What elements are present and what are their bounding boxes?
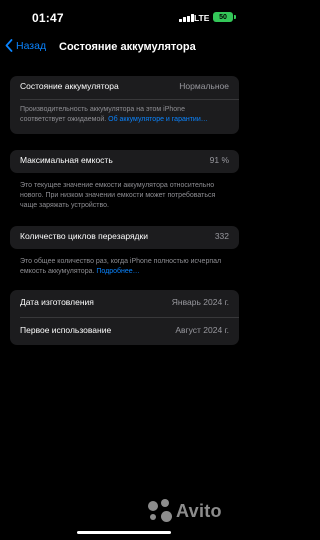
manufacture-date-row: Дата изготовления Январь 2024 г.	[10, 290, 239, 317]
battery-warranty-link[interactable]: Об аккумуляторе и гарантии…	[108, 116, 208, 123]
cycle-count-note: Это общее количество раз, когда iPhone п…	[20, 257, 225, 277]
page-title: Состояние аккумулятора	[59, 41, 196, 53]
navigation-bar: Назад Состояние аккумулятора	[0, 36, 249, 60]
chevron-left-icon	[5, 39, 13, 52]
learn-more-link[interactable]: Подробнее…	[96, 268, 139, 275]
home-indicator[interactable]	[77, 531, 171, 534]
status-bar: 01:47 LTE 50	[0, 0, 249, 36]
signal-icon	[179, 14, 194, 22]
avito-wordmark: Avito	[176, 500, 222, 521]
max-capacity-row: Максимальная емкость 91 %	[10, 150, 239, 173]
battery-health-row[interactable]: Состояние аккумулятора Нормальное	[10, 76, 239, 99]
avito-watermark: Avito	[148, 499, 222, 523]
first-use-label: Первое использование	[20, 324, 112, 335]
battery-health-note: Производительность аккумулятора на этом …	[10, 100, 239, 134]
back-button[interactable]: Назад	[5, 39, 46, 52]
max-capacity-value: 91 %	[209, 155, 229, 165]
dates-card: Дата изготовления Январь 2024 г. Первое …	[10, 290, 239, 345]
first-use-row: Первое использование Август 2024 г.	[10, 318, 239, 345]
manufacture-date-label: Дата изготовления	[20, 297, 94, 307]
manufacture-date-value: Январь 2024 г.	[171, 297, 229, 307]
avito-logo-icon	[148, 499, 172, 523]
cycle-count-label: Количество циклов перезарядки	[20, 231, 148, 241]
battery-icon: 50	[213, 12, 236, 22]
cycle-count-card: Количество циклов перезарядки 332	[10, 226, 239, 249]
back-label: Назад	[16, 39, 47, 52]
max-capacity-label: Максимальная емкость	[20, 155, 113, 165]
battery-health-label: Состояние аккумулятора	[20, 81, 119, 91]
status-time: 01:47	[32, 11, 64, 25]
max-capacity-note: Это текущее значение емкости аккумулятор…	[20, 182, 216, 209]
max-capacity-card: Максимальная емкость 91 %	[10, 150, 239, 173]
battery-health-value: Нормальное	[179, 81, 229, 91]
cycle-count-row: Количество циклов перезарядки 332	[10, 226, 239, 249]
network-type: LTE	[194, 13, 210, 23]
first-use-value: Август 2024 г.	[175, 324, 229, 335]
battery-health-card: Состояние аккумулятора Нормальное Произв…	[10, 76, 239, 134]
battery-level: 50	[219, 13, 227, 21]
cycle-count-value: 332	[214, 231, 229, 241]
